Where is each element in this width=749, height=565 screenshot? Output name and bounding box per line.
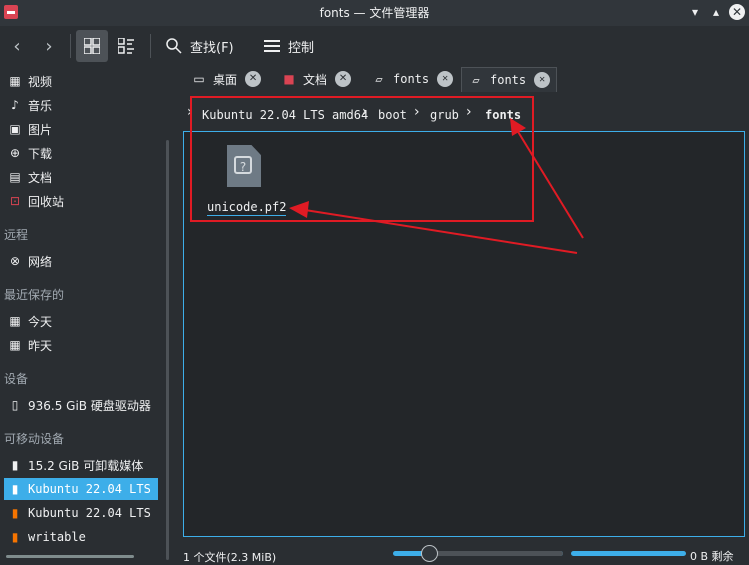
- annotation-arrows: [289, 118, 584, 254]
- free-space-bar: [571, 551, 686, 556]
- free-space-label: 0 B 剩余: [690, 550, 734, 563]
- arrowhead-icon: [289, 201, 309, 218]
- annotation-arrow: [516, 129, 584, 239]
- zoom-slider-handle[interactable]: [421, 545, 438, 562]
- annotation-arrow: [304, 209, 578, 254]
- status-summary: 1 个文件(2.3 MiB): [183, 551, 277, 564]
- zoom-slider-remaining: [430, 551, 563, 556]
